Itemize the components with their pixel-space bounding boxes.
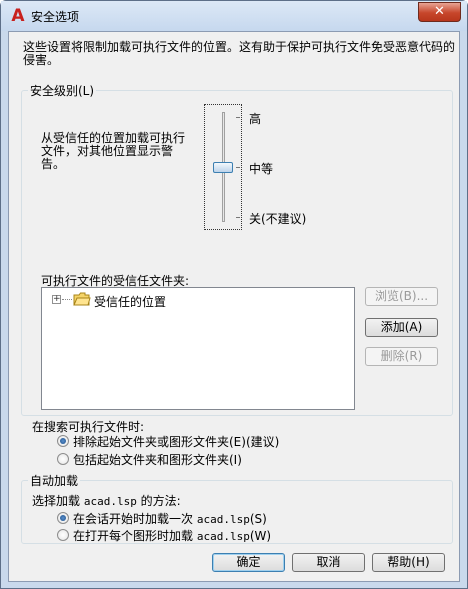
title-bar[interactable]: A 安全选项 ✕ (1, 1, 467, 31)
load-once-label[interactable]: 在会话开始时加载一次 acad.lsp(S) (73, 510, 267, 527)
security-level-label: 安全级别(L) (28, 82, 97, 99)
level-medium-label: 中等 (249, 162, 274, 176)
slider-tick-off (236, 217, 240, 218)
autoload-method-label: 选择加载 acad.lsp 的方法: (32, 492, 181, 509)
tree-item-trusted-locations[interactable]: 受信任的位置 (94, 293, 166, 310)
slider-tick-high (236, 117, 240, 118)
add-button[interactable]: 添加(A) (365, 318, 438, 337)
load-each-drawing-label[interactable]: 在打开每个图形时加载 acad.lsp(W) (73, 527, 271, 544)
level-high-label: 高 (249, 112, 262, 126)
load-once-prefix: 在会话开始时加载一次 (73, 512, 194, 526)
security-level-slider[interactable] (204, 104, 242, 230)
trusted-folders-tree[interactable]: + 受信任的位置 (41, 287, 355, 410)
intro-text: 这些设置将限制加载可执行文件的位置。这有助于保护可执行文件免受恶意代码的侵害。 (23, 40, 456, 67)
ok-button[interactable]: 确定 (212, 553, 285, 572)
remove-button[interactable]: 删除(R) (365, 347, 438, 366)
include-folders-label[interactable]: 包括起始文件夹和图形文件夹(I) (73, 451, 242, 468)
slider-tick-medium (236, 167, 240, 168)
load-once-radio[interactable] (57, 512, 69, 524)
autoload-method-file: acad.lsp (83, 495, 137, 508)
autocad-icon: A (11, 6, 25, 26)
load-each-drawing-radio[interactable] (57, 529, 69, 541)
slider-thumb[interactable] (213, 162, 233, 173)
close-button[interactable]: ✕ (418, 2, 461, 22)
expand-icon[interactable]: + (52, 295, 61, 304)
autoload-label: 自动加载 (28, 472, 81, 489)
dialog-body: 这些设置将限制加载可执行文件的位置。这有助于保护可执行文件免受恶意代码的侵害。 … (8, 31, 460, 582)
folder-icon (73, 292, 91, 306)
tree-connector (62, 299, 72, 300)
autoload-method-prefix: 选择加载 (32, 494, 81, 508)
window-title: 安全选项 (31, 10, 80, 24)
load-each-suffix: (W) (249, 529, 272, 543)
load-once-file: acad.lsp (196, 513, 250, 526)
exclude-folders-radio[interactable] (57, 435, 69, 447)
load-once-suffix: (S) (249, 512, 267, 526)
security-level-description: 从受信任的位置加载可执行文件，对其他位置显示警告。 (41, 131, 186, 171)
exclude-folders-label[interactable]: 排除起始文件夹或图形文件夹(E)(建议) (73, 433, 279, 450)
security-options-dialog: A 安全选项 ✕ 这些设置将限制加载可执行文件的位置。这有助于保护可执行文件免受… (0, 0, 468, 589)
level-off-label: 关(不建议) (249, 212, 307, 226)
include-folders-radio[interactable] (57, 453, 69, 465)
autoload-method-suffix: 的方法: (140, 494, 181, 508)
browse-button[interactable]: 浏览(B)... (365, 287, 438, 306)
load-each-file: acad.lsp (196, 530, 250, 543)
help-button[interactable]: 帮助(H) (372, 553, 445, 572)
cancel-button[interactable]: 取消 (292, 553, 365, 572)
load-each-prefix: 在打开每个图形时加载 (73, 529, 194, 543)
